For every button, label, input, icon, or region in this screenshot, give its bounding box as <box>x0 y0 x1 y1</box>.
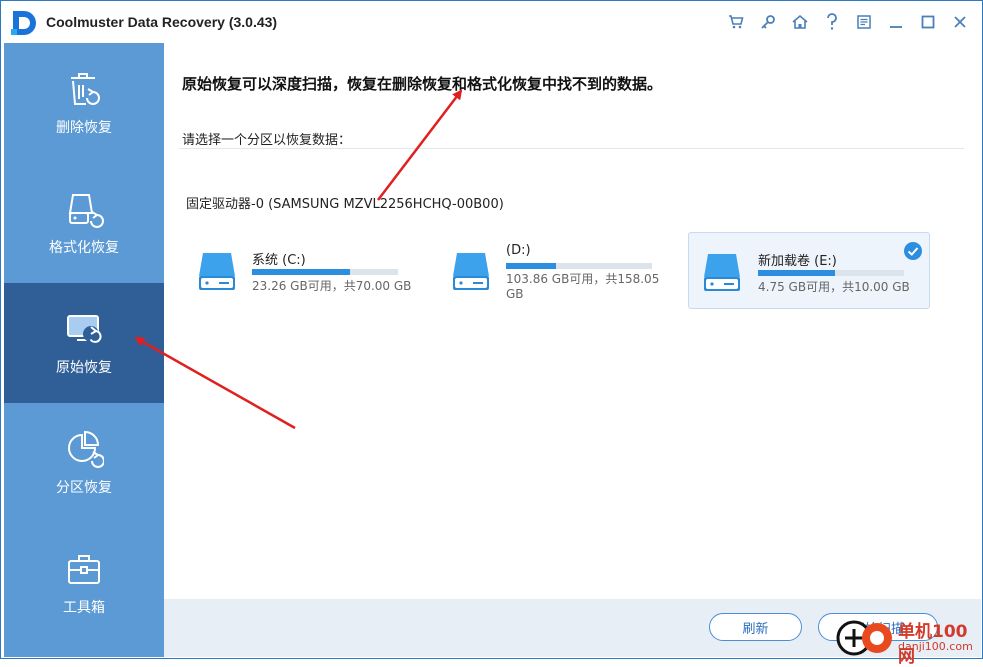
sidebar-item-toolbox[interactable]: 工具箱 <box>4 523 164 643</box>
drive-group-title: 固定驱动器-0 (SAMSUNG MZVL2256HCHQ-00B00) <box>186 197 504 212</box>
sidebar-item-raw-recovery[interactable]: 原始恢复 <box>4 283 164 403</box>
home-icon[interactable] <box>784 9 816 35</box>
help-icon[interactable] <box>816 9 848 35</box>
drive-icon <box>704 254 740 291</box>
sidebar-item-label: 格式化恢复 <box>49 240 119 256</box>
main-panel: 原始恢复可以深度扫描，恢复在删除恢复和格式化恢复中找不到的数据。 请选择一个分区… <box>164 43 981 657</box>
usage-bar <box>252 269 398 275</box>
maximize-icon[interactable] <box>912 9 944 35</box>
page-headline: 原始恢复可以深度扫描，恢复在删除恢复和格式化恢复中找不到的数据。 <box>182 75 663 93</box>
pie-restore-icon <box>68 430 104 468</box>
refresh-button[interactable]: 刷新 <box>709 613 802 641</box>
usage-bar-fill <box>758 270 835 276</box>
monitor-restore-icon <box>67 315 102 343</box>
key-icon[interactable] <box>752 9 784 35</box>
disk-restore-icon <box>68 194 104 228</box>
app-logo-icon <box>11 11 36 35</box>
partition-card-c[interactable]: 系统 (C:) 23.26 GB可用，共70.00 GB <box>188 232 430 309</box>
partition-info: 23.26 GB可用，共70.00 GB <box>252 279 412 293</box>
usage-bar <box>506 263 652 269</box>
check-icon <box>904 242 922 260</box>
sidebar-item-delete-recovery[interactable]: 删除恢复 <box>4 43 164 163</box>
partition-name: (D:) <box>506 243 531 258</box>
partition-name: 系统 (C:) <box>252 253 306 268</box>
sidebar-item-label: 分区恢复 <box>56 480 112 496</box>
drive-icon <box>199 253 235 290</box>
sidebar-item-label: 原始恢复 <box>56 360 112 376</box>
title-bar: Coolmuster Data Recovery (3.0.43) <box>1 1 982 43</box>
watermark-logo-icon <box>836 620 892 656</box>
sidebar-item-label: 删除恢复 <box>56 120 112 136</box>
usage-bar-fill <box>506 263 556 269</box>
partition-info: 103.86 GB可用，共158.05 GB <box>506 272 660 301</box>
title-controls <box>720 9 976 35</box>
minimize-icon[interactable] <box>880 9 912 35</box>
sidebar: 删除恢复 格式化恢复 原始恢复 分区恢复 工具箱 <box>4 43 164 657</box>
sidebar-item-partition-recovery[interactable]: 分区恢复 <box>4 403 164 523</box>
cart-icon[interactable] <box>720 9 752 35</box>
sidebar-item-format-recovery[interactable]: 格式化恢复 <box>4 163 164 283</box>
usage-bar <box>758 270 904 276</box>
window-title: Coolmuster Data Recovery (3.0.43) <box>46 14 278 30</box>
usage-bar-fill <box>252 269 350 275</box>
partition-card-d[interactable]: (D:) 103.86 GB可用，共158.05 GB <box>442 232 684 309</box>
sidebar-item-label: 工具箱 <box>63 600 105 616</box>
drive-icon <box>453 253 489 290</box>
toolbox-icon <box>68 555 100 584</box>
select-partition-prompt: 请选择一个分区以恢复数据： <box>182 133 352 148</box>
trash-restore-icon <box>71 73 100 105</box>
partition-card-e[interactable]: 新加载卷 (E:) 4.75 GB可用，共10.00 GB <box>688 232 930 309</box>
divider <box>179 148 964 149</box>
app-window: Coolmuster Data Recovery (3.0.43) 删除恢复 格… <box>0 0 983 659</box>
partition-info: 4.75 GB可用，共10.00 GB <box>758 280 910 294</box>
watermark-url: danji100.com <box>898 640 973 653</box>
partition-name: 新加载卷 (E:) <box>758 254 837 269</box>
watermark: 单机100网 danji100.com <box>836 614 983 667</box>
register-icon[interactable] <box>848 9 880 35</box>
close-icon[interactable] <box>944 9 976 35</box>
